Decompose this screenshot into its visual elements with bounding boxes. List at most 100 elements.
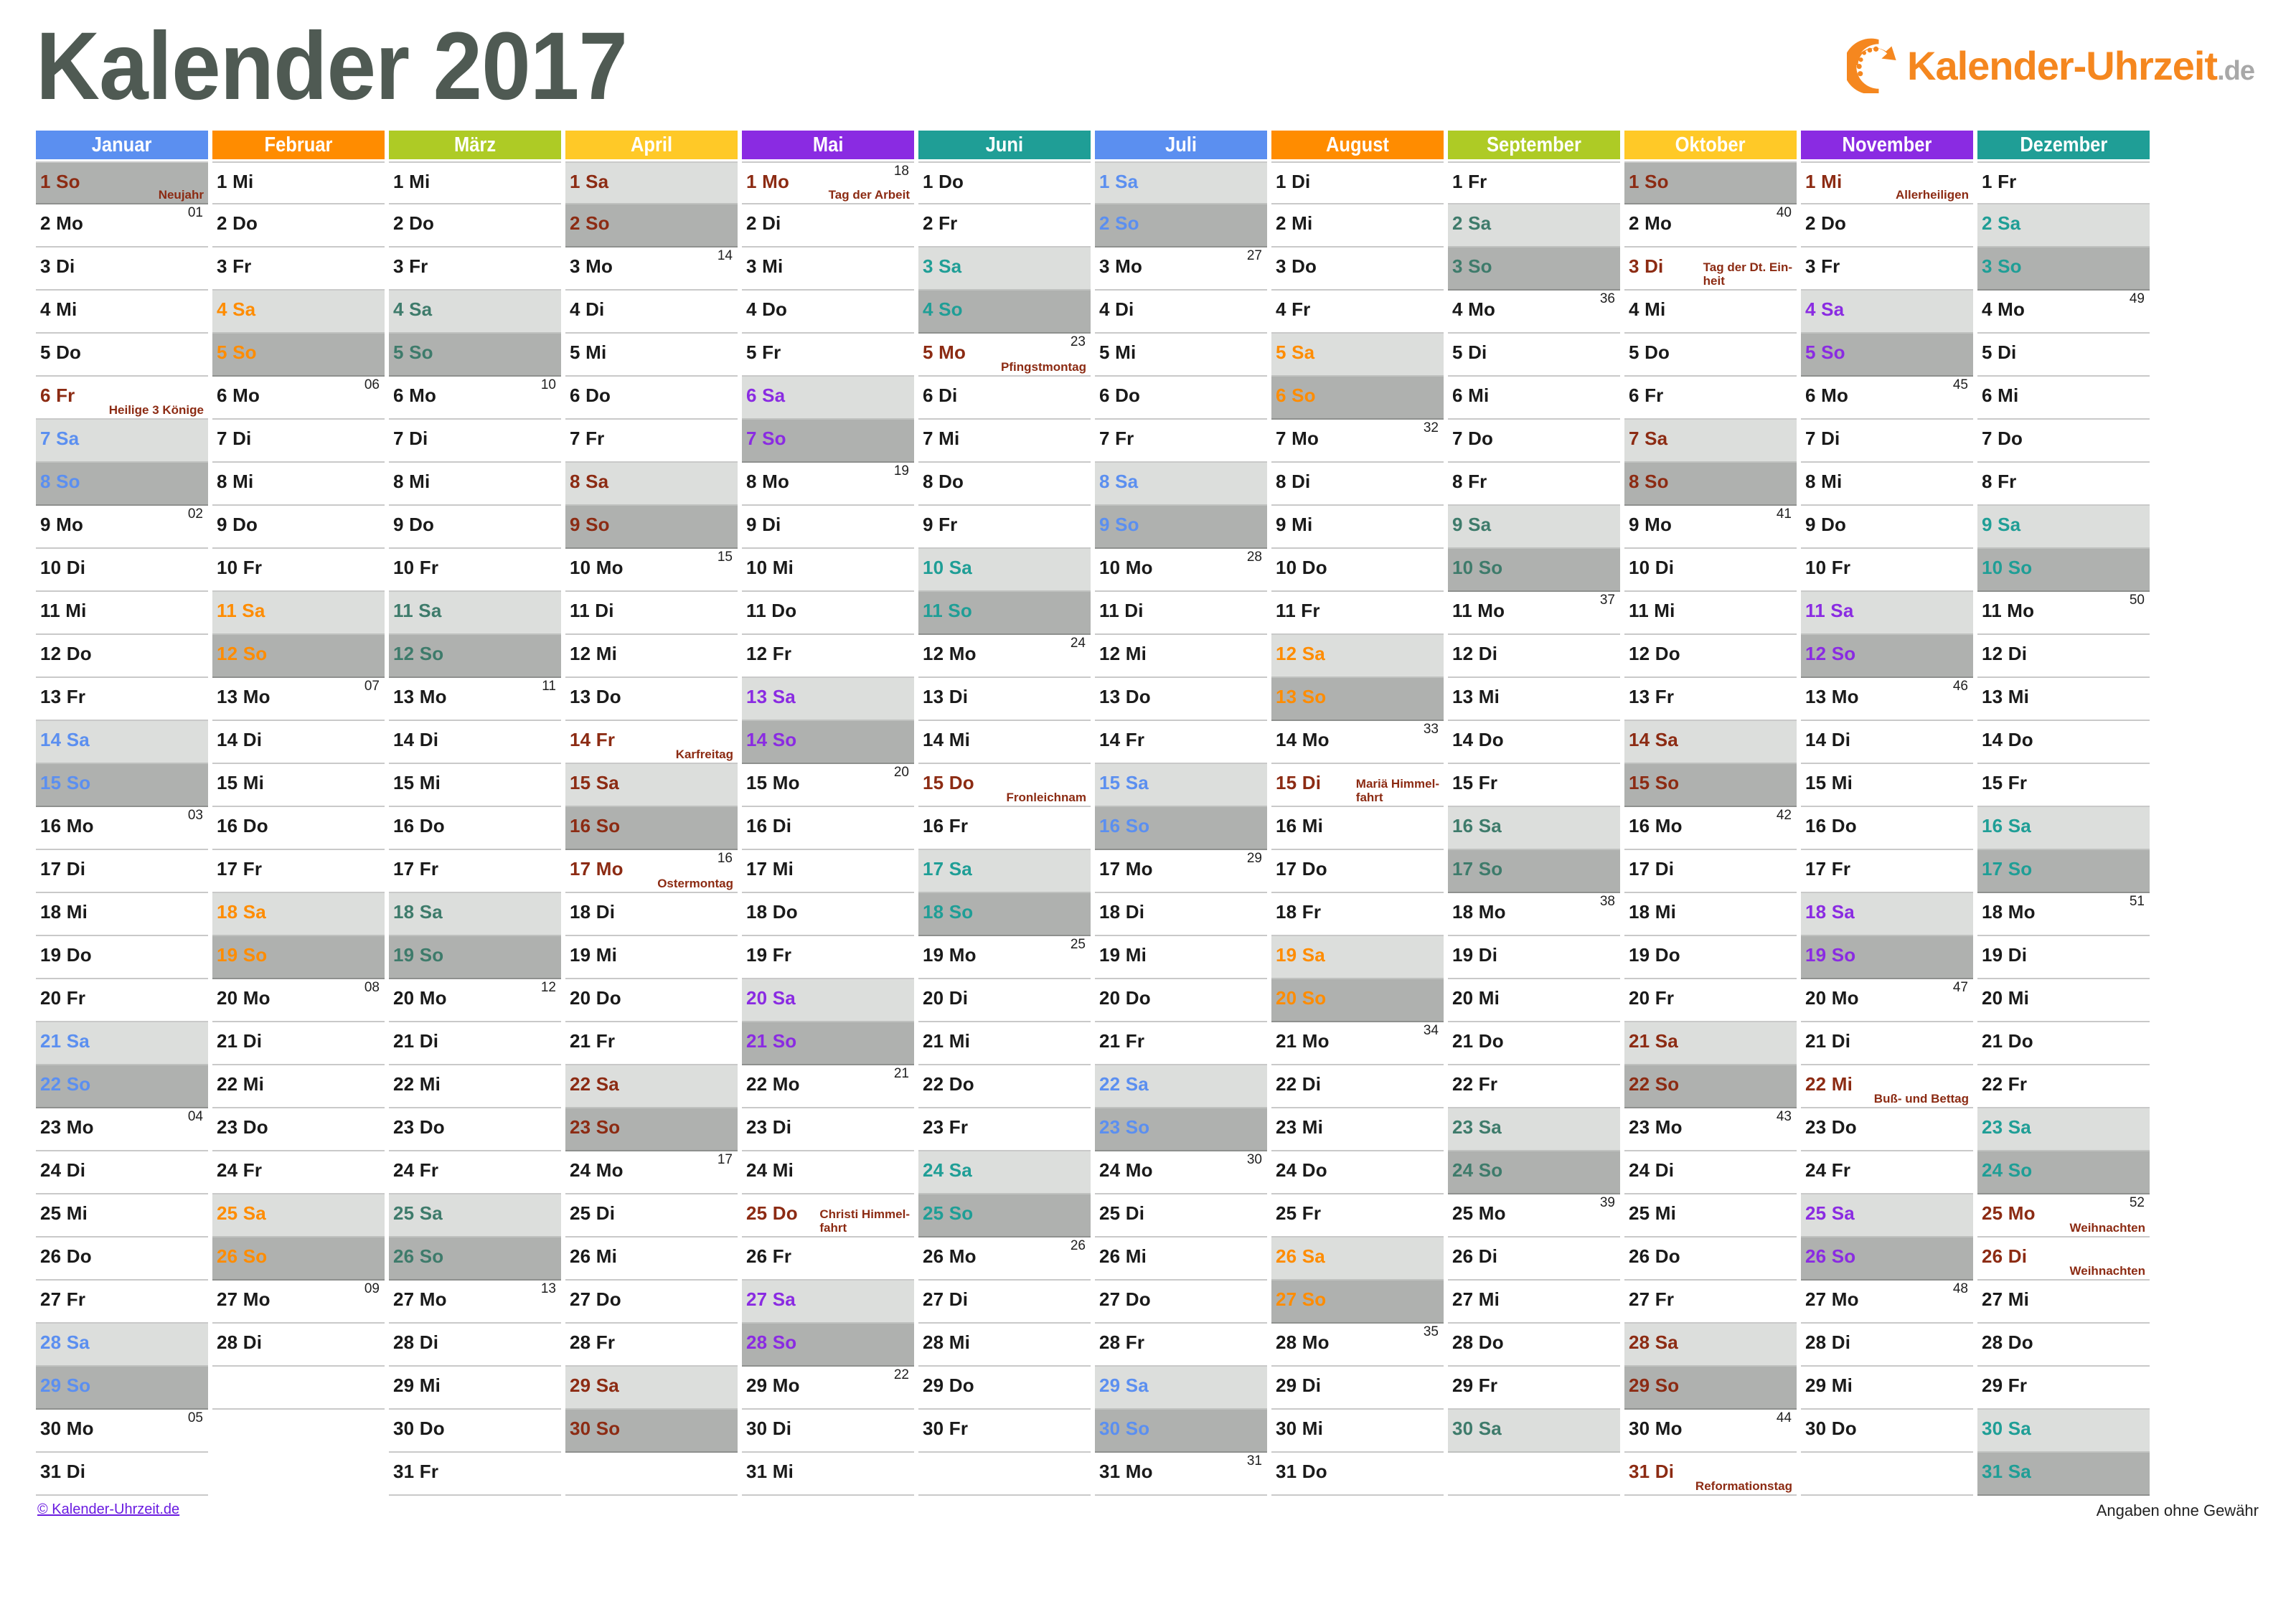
day-cell[interactable]: 9 So: [565, 506, 738, 549]
day-cell[interactable]: 18 Mo 51: [1977, 893, 2150, 936]
day-cell[interactable]: 21 Mo 34: [1271, 1022, 1444, 1065]
day-cell[interactable]: 2 So: [1095, 204, 1267, 248]
day-cell[interactable]: 26 So: [389, 1238, 561, 1281]
day-cell[interactable]: 15 Mo 20: [742, 764, 914, 807]
day-cell[interactable]: 3 Fr: [1801, 248, 1973, 291]
day-cell[interactable]: 26 Mi: [565, 1238, 738, 1281]
day-cell[interactable]: 22 Mi: [389, 1065, 561, 1108]
day-cell[interactable]: 5 Di: [1448, 334, 1620, 377]
day-cell[interactable]: 16 Do: [212, 807, 385, 850]
day-cell[interactable]: 27 Mi: [1977, 1281, 2150, 1324]
day-cell[interactable]: 19 Sa: [1271, 936, 1444, 979]
month-header[interactable]: April: [565, 131, 738, 159]
day-cell[interactable]: 7 Mo 32: [1271, 420, 1444, 463]
day-cell[interactable]: 18 Sa: [212, 893, 385, 936]
day-cell[interactable]: 16 So: [565, 807, 738, 850]
day-cell[interactable]: 4 Mi: [1624, 291, 1797, 334]
day-cell[interactable]: 26 So: [1801, 1238, 1973, 1281]
day-cell[interactable]: 9 So: [1095, 506, 1267, 549]
day-cell[interactable]: 1 So: [1624, 161, 1797, 204]
day-cell[interactable]: 16 Sa: [1977, 807, 2150, 850]
day-cell[interactable]: 6 Sa: [742, 377, 914, 420]
day-cell[interactable]: 3 Di Tag der Dt. Ein-heit: [1624, 248, 1797, 291]
day-cell[interactable]: 9 Di: [742, 506, 914, 549]
day-cell[interactable]: 16 Mo 03: [36, 807, 208, 850]
day-cell[interactable]: 30 Mo 44: [1624, 1410, 1797, 1453]
day-cell[interactable]: 17 Mo 29: [1095, 850, 1267, 893]
day-cell[interactable]: 19 Mi: [565, 936, 738, 979]
day-cell[interactable]: 24 Mo 17: [565, 1151, 738, 1194]
day-cell[interactable]: 16 Do: [389, 807, 561, 850]
day-cell[interactable]: 22 Mo 21: [742, 1065, 914, 1108]
day-cell[interactable]: 2 Mo 01: [36, 204, 208, 248]
day-cell[interactable]: 23 Sa: [1977, 1108, 2150, 1151]
day-cell[interactable]: 29 Mo 22: [742, 1367, 914, 1410]
day-cell[interactable]: 22 Do: [918, 1065, 1091, 1108]
day-cell[interactable]: 14 Di: [1801, 721, 1973, 764]
day-cell[interactable]: 18 Di: [1095, 893, 1267, 936]
day-cell[interactable]: 13 Mo 07: [212, 678, 385, 721]
day-cell[interactable]: 18 Mi: [1624, 893, 1797, 936]
day-cell[interactable]: 6 Mi: [1977, 377, 2150, 420]
day-cell[interactable]: 17 Fr: [212, 850, 385, 893]
day-cell[interactable]: 23 Fr: [918, 1108, 1091, 1151]
day-cell[interactable]: 8 Mi: [389, 463, 561, 506]
day-cell[interactable]: 1 Sa: [1095, 161, 1267, 204]
day-cell[interactable]: 6 Do: [565, 377, 738, 420]
day-cell[interactable]: 18 Fr: [1271, 893, 1444, 936]
day-cell[interactable]: 15 Fr: [1977, 764, 2150, 807]
day-cell[interactable]: 11 Sa: [212, 592, 385, 635]
day-cell[interactable]: 15 Do Fronleichnam: [918, 764, 1091, 807]
day-cell[interactable]: 29 Mi: [389, 1367, 561, 1410]
day-cell[interactable]: 31 Mi: [742, 1453, 914, 1496]
day-cell[interactable]: 6 Fr Heilige 3 Könige: [36, 377, 208, 420]
day-cell[interactable]: 12 Di: [1977, 635, 2150, 678]
day-cell[interactable]: 28 Sa: [1624, 1324, 1797, 1367]
day-cell[interactable]: 20 Di: [918, 979, 1091, 1022]
day-cell[interactable]: 9 Mo 41: [1624, 506, 1797, 549]
day-cell[interactable]: 14 Sa: [36, 721, 208, 764]
day-cell[interactable]: 11 Mi: [1624, 592, 1797, 635]
day-cell[interactable]: 22 Fr: [1977, 1065, 2150, 1108]
day-cell[interactable]: 8 Sa: [1095, 463, 1267, 506]
day-cell[interactable]: 1 Mi: [212, 161, 385, 204]
day-cell[interactable]: 13 Di: [918, 678, 1091, 721]
day-cell[interactable]: 6 Mo 10: [389, 377, 561, 420]
day-cell[interactable]: 13 So: [1271, 678, 1444, 721]
day-cell[interactable]: 29 So: [36, 1367, 208, 1410]
day-cell[interactable]: 12 Do: [1624, 635, 1797, 678]
day-cell[interactable]: 19 Di: [1977, 936, 2150, 979]
day-cell[interactable]: 6 Do: [1095, 377, 1267, 420]
day-cell[interactable]: 28 Di: [389, 1324, 561, 1367]
day-cell[interactable]: 20 Sa: [742, 979, 914, 1022]
day-cell[interactable]: 28 Do: [1448, 1324, 1620, 1367]
day-cell[interactable]: 8 Do: [918, 463, 1091, 506]
day-cell[interactable]: 12 So: [212, 635, 385, 678]
day-cell[interactable]: 19 Di: [1448, 936, 1620, 979]
day-cell[interactable]: 9 Mi: [1271, 506, 1444, 549]
day-cell[interactable]: 28 Mi: [918, 1324, 1091, 1367]
day-cell[interactable]: 4 Mo 49: [1977, 291, 2150, 334]
day-cell[interactable]: 11 Sa: [389, 592, 561, 635]
day-cell[interactable]: 31 Di: [36, 1453, 208, 1496]
day-cell[interactable]: 24 Di: [1624, 1151, 1797, 1194]
day-cell[interactable]: 29 Fr: [1977, 1367, 2150, 1410]
day-cell[interactable]: 2 Do: [389, 204, 561, 248]
day-cell[interactable]: 27 Mo 13: [389, 1281, 561, 1324]
day-cell[interactable]: 21 Sa: [1624, 1022, 1797, 1065]
day-cell[interactable]: 8 Mi: [212, 463, 385, 506]
day-cell[interactable]: 7 Sa: [1624, 420, 1797, 463]
day-cell[interactable]: 11 Fr: [1271, 592, 1444, 635]
day-cell[interactable]: 27 Mi: [1448, 1281, 1620, 1324]
day-cell[interactable]: 25 Do Christi Himmel-fahrt: [742, 1194, 914, 1238]
day-cell[interactable]: 28 So: [742, 1324, 914, 1367]
day-cell[interactable]: 6 So: [1271, 377, 1444, 420]
day-cell[interactable]: 20 Fr: [36, 979, 208, 1022]
day-cell[interactable]: 28 Fr: [565, 1324, 738, 1367]
day-cell[interactable]: 24 So: [1448, 1151, 1620, 1194]
day-cell[interactable]: 12 Do: [36, 635, 208, 678]
day-cell[interactable]: 8 So: [36, 463, 208, 506]
day-cell[interactable]: 4 So: [918, 291, 1091, 334]
day-cell[interactable]: 3 Mo 14: [565, 248, 738, 291]
day-cell[interactable]: 2 Di: [742, 204, 914, 248]
